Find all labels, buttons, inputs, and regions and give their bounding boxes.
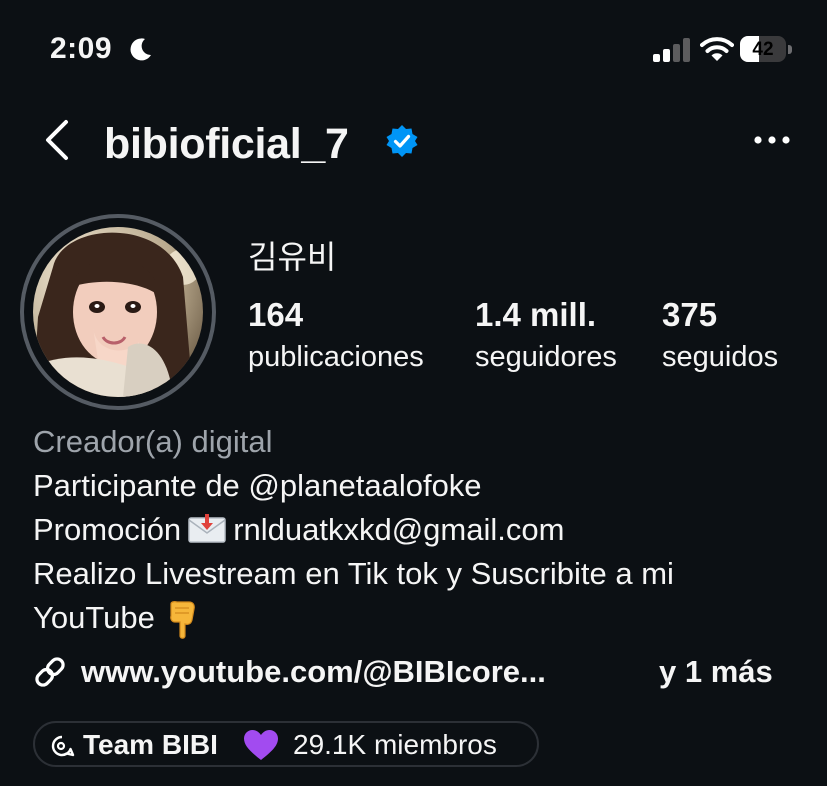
bio-line: Promoción rnlduatkxkd@gmail.com: [33, 508, 813, 552]
stat-value: 164: [248, 296, 304, 333]
battery-icon: 42: [740, 36, 794, 64]
status-bar: 2:09 42: [0, 0, 827, 100]
broadcast-channel-icon: [51, 735, 75, 757]
category-label: Creador(a) digital: [33, 424, 273, 459]
stat-label: seguidos: [662, 341, 779, 373]
bio-line: Participante de @planetaalofoke: [33, 464, 813, 508]
stat-label: publicaciones: [248, 341, 424, 373]
stat-value: 1.4 mill.: [475, 296, 597, 333]
stat-following[interactable]: 375 seguidos: [662, 295, 778, 377]
stat-label: seguidores: [475, 341, 617, 373]
incoming-envelope-emoji: [188, 514, 226, 543]
moon-icon: [130, 38, 151, 61]
more-links-button[interactable]: y 1 más: [659, 654, 773, 690]
broadcast-channel-chip[interactable]: Team BIBI 29.1K miembros: [33, 721, 539, 767]
external-link-row[interactable]: www.youtube.com/@BIBIcore... y 1 más: [33, 648, 813, 694]
channel-name: Team BIBI: [83, 729, 218, 760]
bio-line: Realizo Livestream en Tik tok y Suscribi…: [33, 552, 813, 596]
verified-badge-icon: [386, 125, 418, 157]
external-link-url[interactable]: www.youtube.com/@BIBIcore...: [81, 654, 546, 690]
stat-publications[interactable]: 164 publicaciones: [248, 295, 424, 377]
bio-text: YouTube: [33, 600, 155, 635]
backhand-pointing-down-emoji: [169, 601, 195, 639]
avatar[interactable]: [33, 227, 203, 397]
wifi-icon: [700, 37, 734, 61]
more-options-icon[interactable]: [752, 130, 792, 150]
bio: Creador(a) digital Participante de @plan…: [33, 420, 813, 640]
channel-members-count: 29.1K miembros: [293, 729, 497, 760]
link-icon: [35, 657, 65, 687]
stat-value: 375: [662, 296, 718, 333]
status-time: 2:09: [50, 32, 113, 65]
back-chevron-icon[interactable]: [40, 118, 72, 162]
profile-username: bibioficial_7: [104, 120, 349, 168]
bio-text: Promoción: [33, 512, 182, 547]
bio-text: Participante de @planetaalofoke: [33, 468, 482, 503]
bio-text: Realizo Livestream en Tik tok y Suscribi…: [33, 556, 674, 591]
cellular-signal-icon: [653, 38, 690, 62]
bio-email[interactable]: rnlduatkxkd@gmail.com: [233, 512, 564, 547]
battery-percentage: 42: [752, 39, 774, 60]
stat-followers[interactable]: 1.4 mill. seguidores: [475, 295, 617, 377]
profile-header: bibioficial_7: [0, 100, 827, 190]
display-name: 김유비: [248, 238, 337, 276]
bio-line: YouTube: [33, 596, 813, 640]
purple-heart-emoji: [244, 730, 278, 760]
